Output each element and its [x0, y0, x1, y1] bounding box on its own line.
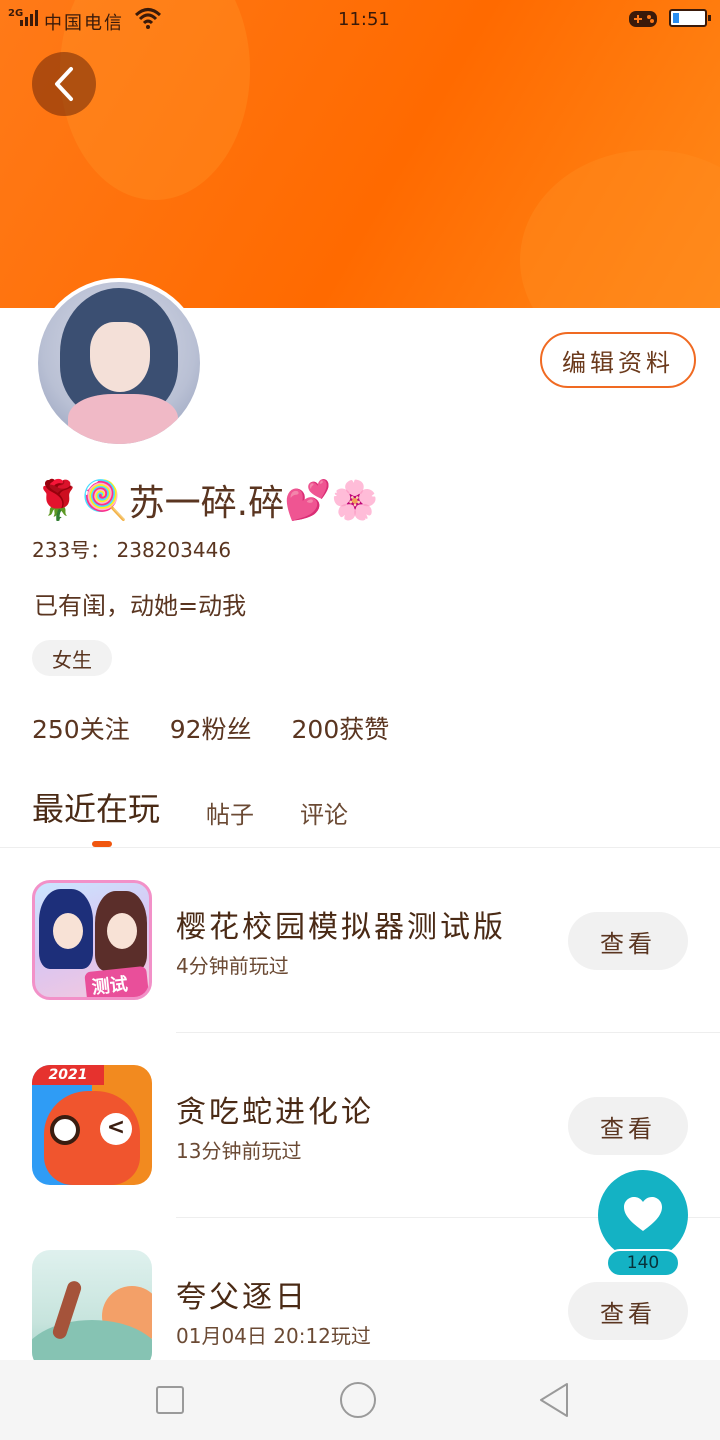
nickname-text: 苏一碎.碎 [128, 483, 285, 524]
home-icon[interactable] [338, 1380, 378, 1420]
profile-stats: 250关注 92粉丝 200获赞 [32, 710, 389, 746]
list-item[interactable]: 测试版 樱花校园模拟器测试版 4分钟前玩过 查看 [0, 880, 720, 1020]
status-bar: 2G 中国电信 11:51 [0, 0, 720, 40]
edit-profile-button[interactable]: 编辑资料 [540, 332, 696, 388]
wifi-icon [134, 6, 162, 35]
game-icon-badge: 测试版 [84, 965, 149, 997]
like-button[interactable] [598, 1170, 688, 1260]
divider [0, 847, 720, 848]
battery-icon [669, 9, 711, 27]
played-time: 01月04日 20:12玩过 [176, 1324, 371, 1348]
profile-header: 2G 中国电信 11:51 [0, 0, 720, 308]
bio-text: 已有闺，动她=动我 [34, 592, 247, 620]
recent-apps-icon[interactable] [150, 1380, 190, 1420]
system-nav-bar [0, 1360, 720, 1440]
game-icon[interactable]: 测试版 [32, 880, 152, 1000]
fans-count[interactable]: 92粉丝 [170, 710, 252, 746]
gender-tag: 女生 [32, 640, 112, 676]
likes-count: 200获赞 [291, 715, 390, 744]
tab-comments[interactable]: 评论 [300, 795, 348, 830]
view-button[interactable]: 查看 [568, 1097, 688, 1155]
game-icon-badge: 2021 [32, 1065, 104, 1085]
back-arrow-icon [55, 67, 73, 101]
game-icon[interactable]: < 2021 [32, 1065, 152, 1185]
heart-icon [624, 1197, 662, 1231]
nickname-emoji-left: 🌹🍭 [34, 477, 129, 522]
user-id: 233号： 238203446 [32, 538, 232, 562]
view-button[interactable]: 查看 [568, 1282, 688, 1340]
profile-tabs: 最近在玩 帖子 评论 [32, 784, 394, 830]
played-time: 4分钟前玩过 [176, 954, 289, 978]
back-icon[interactable] [534, 1380, 574, 1420]
avatar[interactable] [34, 278, 204, 448]
game-icon[interactable] [32, 1250, 152, 1370]
played-time: 13分钟前玩过 [176, 1139, 302, 1163]
view-button[interactable]: 查看 [568, 912, 688, 970]
header-decoration [520, 150, 720, 308]
tab-posts[interactable]: 帖子 [206, 795, 254, 830]
like-count: 140 [606, 1249, 680, 1277]
clock: 11:51 [338, 9, 390, 30]
nickname-emoji-right: 💕🌸 [284, 477, 379, 522]
divider [176, 1032, 720, 1033]
back-button[interactable] [32, 52, 96, 116]
nickname: 🌹🍭 苏一碎.碎 💕🌸 [34, 474, 379, 526]
signal-icon [20, 10, 38, 26]
game-title: 夸父逐日 [176, 1280, 308, 1315]
tab-recent-played[interactable]: 最近在玩 [32, 784, 160, 830]
carrier-name: 中国电信 [44, 13, 124, 34]
game-title: 樱花校园模拟器测试版 [176, 910, 506, 945]
game-title: 贪吃蛇进化论 [176, 1095, 374, 1130]
gamepad-icon [628, 8, 658, 35]
following-count[interactable]: 250关注 [32, 710, 130, 746]
